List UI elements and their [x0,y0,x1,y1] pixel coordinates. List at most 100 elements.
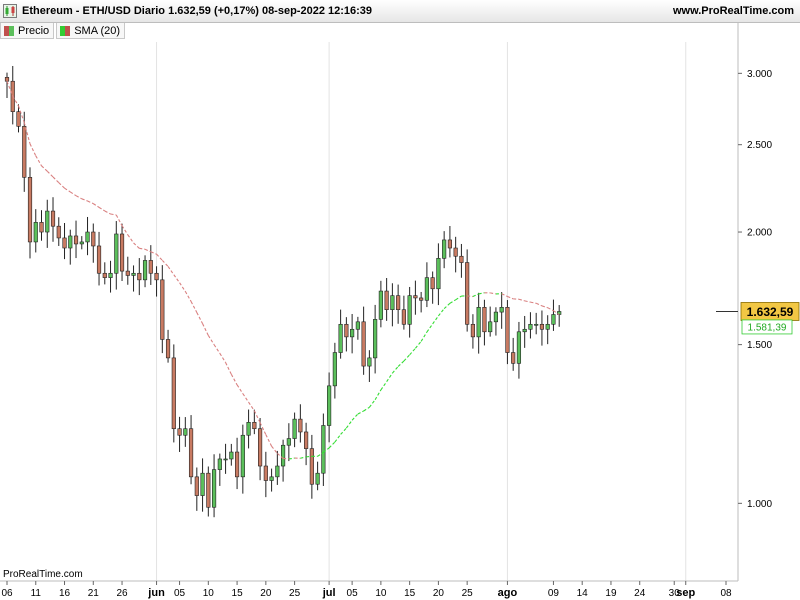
x-tick-label: 05 [174,588,186,599]
x-tick-label: 25 [462,588,474,599]
sma-segment [300,456,307,459]
candle-body [160,279,165,340]
sma-segment [121,225,129,236]
sma-segment [368,399,376,408]
sma-segment [69,191,77,197]
x-tick-label: 15 [232,588,244,599]
candle-body [505,307,510,353]
sma-segment [409,347,416,356]
candle-body [482,307,487,333]
candle-body [413,295,418,299]
candle-body [27,177,33,243]
footer-brand: ProRealTime.com [3,569,83,580]
candle-body [39,222,44,233]
sma-segment [490,292,497,295]
sma-segment [518,298,525,302]
candle-body [442,239,447,259]
candle-body [79,241,84,245]
candle-body [188,428,194,478]
y-tick-label: 1.500 [747,340,772,351]
sma-segment [173,274,181,284]
x-tick-label: 20 [433,588,445,599]
candle-body [470,323,475,338]
candle-body [96,245,102,274]
candle-body [183,428,188,436]
candle-body [384,290,389,311]
y-axis-ticks: 3.000 2.500 2.000 1.500 1.000 [738,69,772,510]
last-price-label: 1.632,59 [747,305,794,319]
candle-body [194,476,199,496]
candle-body [476,307,481,338]
candle-body [234,451,240,478]
x-tick-label: 06 [1,588,13,599]
sma-segment [144,248,152,253]
x-tick-label: jul [322,587,336,599]
x-tick-label: 10 [375,588,387,599]
sma-segment [167,266,175,275]
candle-body [142,260,148,281]
candle-body [522,328,527,333]
sma-segment [52,176,60,184]
candle-body [177,428,182,436]
candle-body [407,295,412,325]
price-chart[interactable]: 3.0002.5002.0001.5001.000 06 11 16 21 26 jun 0… [0,0,800,600]
sma-segment [380,381,388,391]
candle-body [200,472,205,496]
sma-segment [283,457,289,460]
candle-body [430,277,435,290]
x-tick-label: 16 [59,588,71,599]
candle-body [263,465,268,481]
sma-segment [541,305,548,309]
candle-body [45,210,50,233]
sma-segment [535,302,543,307]
sma-segment [426,323,434,333]
candle-body [91,231,96,247]
sma-segment [271,445,278,454]
x-tick-label: 26 [116,588,128,599]
candle-body [332,352,337,387]
candle-body [373,319,378,359]
sma-segment [104,210,111,215]
x-tick-label: 21 [88,588,100,599]
candle-body [361,321,366,367]
sma-segment [64,187,71,193]
candle-body [85,231,90,243]
candle-body [108,272,113,278]
candle-body [511,352,516,364]
candle-body [16,111,21,127]
candle-body [488,321,493,333]
sma-segment [420,331,428,342]
x-tick-label: 25 [289,588,301,599]
sma-segment [351,413,359,421]
candle-body [447,239,452,249]
sma-segment [230,374,238,386]
candle-body [281,444,286,467]
sma-segment [225,362,232,375]
candle-body [315,472,320,485]
y-tick-label: 1.000 [747,499,772,510]
candle-body [131,272,136,276]
sma-segment [190,301,198,313]
x-tick-label: ago [498,587,518,599]
axes [0,22,739,582]
sma-segment [363,406,370,412]
candle-body [298,418,303,433]
candle-body [165,339,171,359]
candle-body [62,237,67,249]
candle-body [148,260,153,274]
sma-segment [207,335,215,345]
sma-segment [455,295,462,301]
sma-segment [110,213,117,216]
candle-body [56,225,61,239]
candle-body [223,458,228,461]
candle-body [275,465,280,478]
x-tick-label: 11 [31,588,42,599]
candle-body [286,438,291,446]
candle-body [367,357,372,367]
candle-body [355,321,360,330]
candle-body [499,307,504,313]
sma-segment [213,344,221,354]
candle-body [528,323,533,330]
sma-segment [156,253,163,261]
sma-segment [29,143,37,157]
